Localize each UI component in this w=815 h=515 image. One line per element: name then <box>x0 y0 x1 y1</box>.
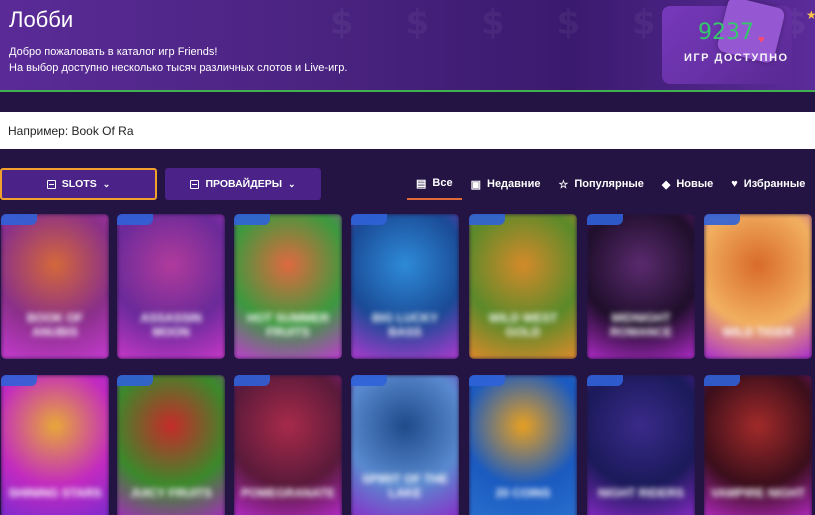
game-title: Shining Stars <box>8 486 102 500</box>
tab-label: Все <box>432 177 453 189</box>
diamond-icon: ◆ <box>661 178 671 191</box>
game-badge <box>469 214 505 225</box>
game-badge <box>1 214 37 225</box>
game-badge <box>234 214 270 225</box>
game-tile[interactable]: Shining Stars <box>1 375 109 515</box>
heart-icon: ♥ <box>731 178 738 190</box>
chevron-down-icon: ⌄ <box>288 178 296 189</box>
games-counter-card: 9237 ИГР ДОСТУПНО <box>662 0 792 84</box>
tab-3[interactable]: ◆ Новые <box>653 168 722 200</box>
subtitle-line-2: На выбор доступно несколько тысяч различ… <box>9 62 348 74</box>
games-count-label: ИГР ДОСТУПНО <box>684 52 789 64</box>
game-title: Wild Tiger <box>722 325 794 339</box>
subtitle-line-1: Добро пожаловать в каталог игр Friends! <box>9 46 218 58</box>
game-title: Pomegranate <box>241 486 335 500</box>
game-tile[interactable]: Night Riders <box>587 375 695 515</box>
tab-label: Избранные <box>743 178 806 190</box>
game-badge <box>351 375 387 386</box>
tab-label: Популярные <box>574 178 644 190</box>
chevron-down-icon: ⌄ <box>102 178 111 189</box>
game-tile[interactable]: Spirit of the Lake <box>351 375 459 515</box>
providers-label: ПРОВАЙДЕРЫ <box>205 178 282 190</box>
game-badge <box>587 214 623 225</box>
game-tile[interactable]: Hot Summer Fruits <box>234 214 342 359</box>
game-badge <box>704 375 740 386</box>
game-tile[interactable]: Midnight Romance <box>587 214 695 359</box>
star-outline-icon: ☆ <box>558 178 569 191</box>
games-count: 9237 <box>698 20 754 45</box>
game-tile[interactable]: Book of Anubis <box>1 214 109 359</box>
game-badge <box>117 214 153 225</box>
tab-label: Недавние <box>487 178 541 190</box>
star-icon: ★ <box>806 8 815 22</box>
page-title: Лобби <box>9 7 74 32</box>
game-badge <box>117 375 153 386</box>
game-tile[interactable]: Wild Tiger <box>704 214 812 359</box>
game-badge <box>587 375 623 386</box>
game-badge <box>234 375 270 386</box>
tab-1[interactable]: ▣ Недавние <box>462 168 550 200</box>
page-subtitle: Добро пожаловать в каталог игр Friends! … <box>9 44 429 76</box>
game-badge <box>469 375 505 386</box>
game-title: Wild West Gold <box>488 311 558 339</box>
game-tile[interactable]: Juicy Fruits <box>117 375 225 515</box>
game-tile[interactable]: Big Lucky Bass <box>351 214 459 359</box>
heart-suit-icon: ♥ <box>758 34 765 46</box>
tab-2[interactable]: ☆ Популярные <box>549 168 652 200</box>
game-title: Night Riders <box>597 486 684 500</box>
tab-0[interactable]: ▤ Все <box>407 168 462 200</box>
game-title: Big Lucky Bass <box>372 311 438 339</box>
game-badge <box>1 375 37 386</box>
list-icon <box>46 179 56 189</box>
lobby-header: $ $ $ $ $ $ $ $ $ $ $ $ $ $ $ $ $ $ Лобб… <box>0 0 815 92</box>
game-title: Spirit of the Lake <box>361 472 448 500</box>
slots-label: SLOTS <box>61 178 97 190</box>
game-tile[interactable]: Wild West Gold <box>469 214 577 359</box>
game-title: 20 Coins <box>495 486 551 500</box>
providers-dropdown[interactable]: ПРОВАЙДЕРЫ ⌄ <box>165 168 321 200</box>
tab-4[interactable]: ♥ Избранные <box>722 168 814 200</box>
game-title: Midnight Romance <box>610 311 672 339</box>
game-title: Juicy Fruits <box>130 486 212 500</box>
game-title: Vampire Night <box>710 486 806 500</box>
game-tile[interactable]: 20 Coins <box>469 375 577 515</box>
history-icon: ▣ <box>470 178 481 191</box>
game-tile[interactable]: Pomegranate <box>234 375 342 515</box>
game-tile[interactable]: Assassin Moon <box>117 214 225 359</box>
list-icon <box>190 179 200 189</box>
game-filter-tabs: ▤ Все ▣ Недавние ☆ Популярные ◆ Новые ♥ Избранные <box>407 168 814 202</box>
game-tile[interactable]: Vampire Night <box>704 375 812 515</box>
games-grid: Book of Anubis Assassin Moon Hot Summer Fr… <box>0 214 815 515</box>
slots-category-dropdown[interactable]: SLOTS ⌄ <box>0 168 157 200</box>
search-bar <box>0 112 815 149</box>
lobby-page: $ $ $ $ $ $ $ $ $ $ $ $ $ $ $ $ $ $ Лобб… <box>0 0 815 515</box>
game-title: Hot Summer Fruits <box>247 311 329 339</box>
game-title: Assassin Moon <box>140 311 202 339</box>
game-title: Book of Anubis <box>27 311 83 339</box>
game-badge <box>351 214 387 225</box>
game-badge <box>704 214 740 225</box>
list-icon: ▤ <box>416 177 427 190</box>
tab-label: Новые <box>676 178 714 190</box>
game-search-input[interactable] <box>8 112 788 149</box>
